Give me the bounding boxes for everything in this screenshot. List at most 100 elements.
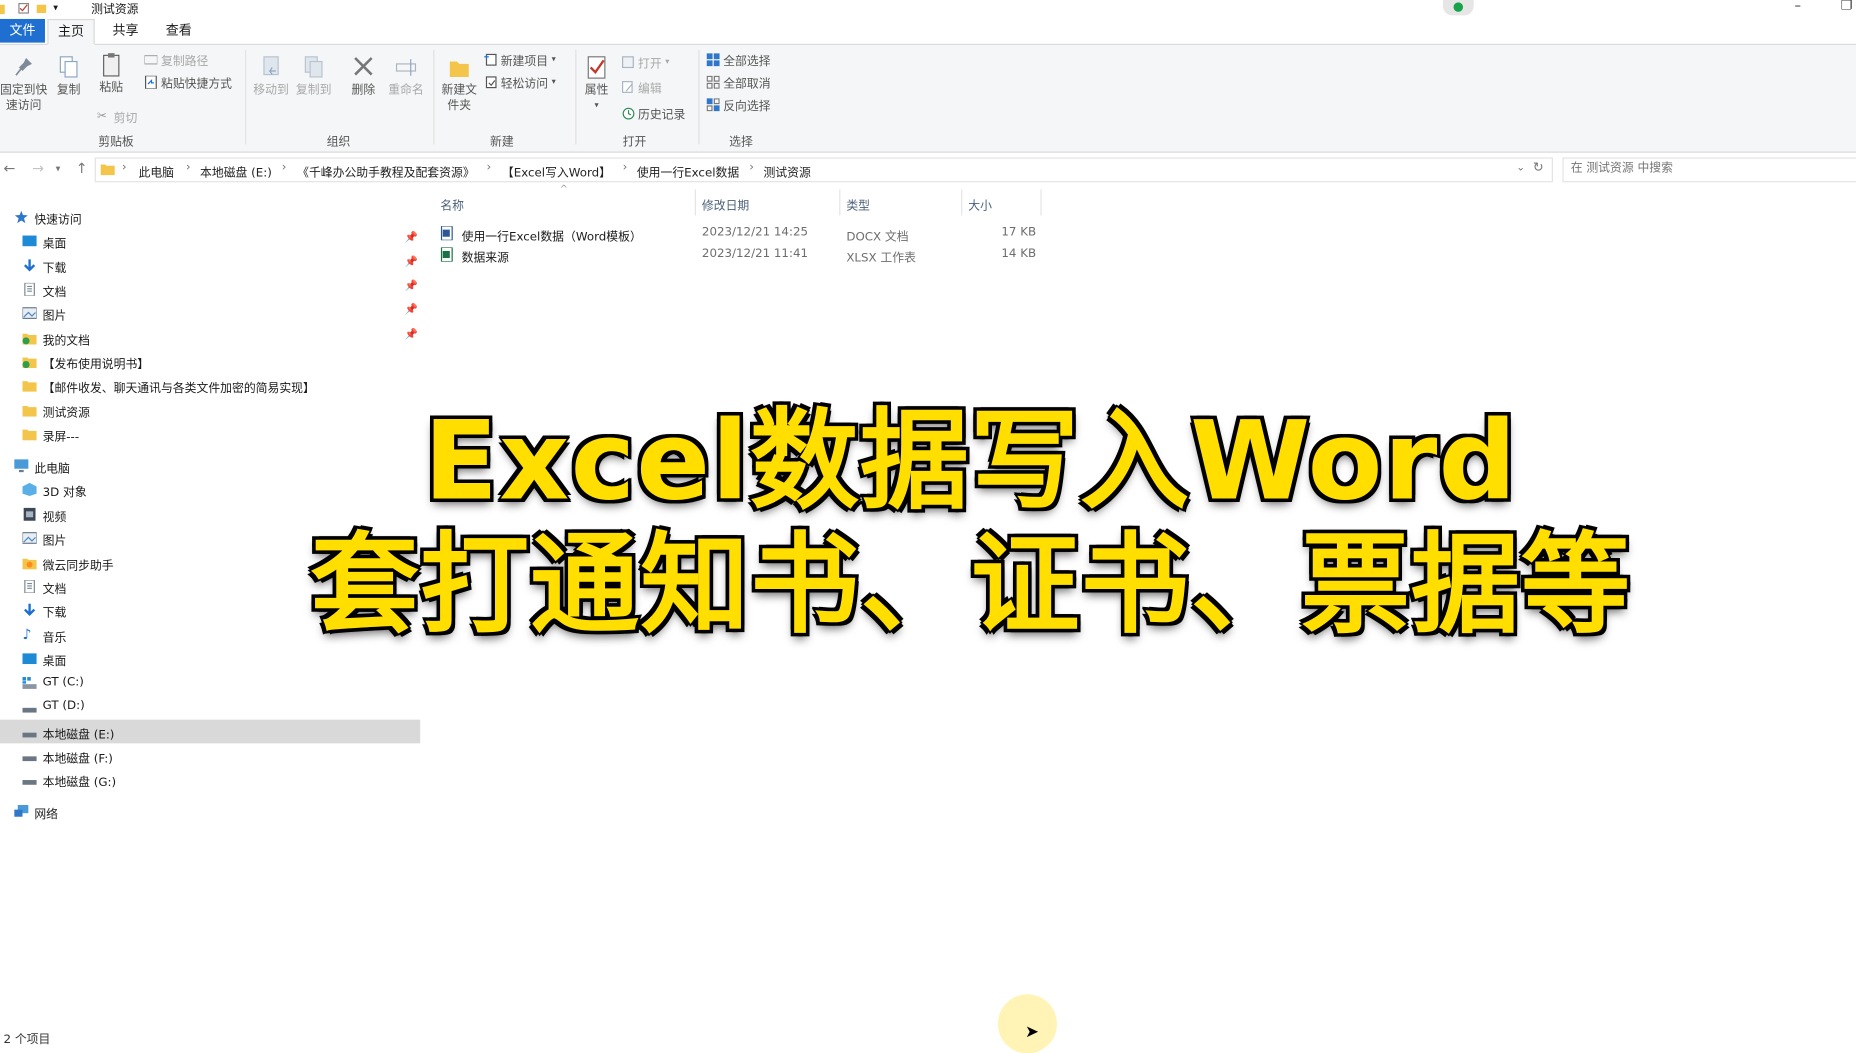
nav-quick-access[interactable]: 快速访问 (0, 205, 420, 229)
paste-shortcut-icon (144, 75, 157, 89)
computer-icon (14, 459, 29, 473)
group-label-organize: 组织 (326, 136, 351, 150)
file-date: 2023/12/21 14:25 (701, 226, 809, 240)
column-divider[interactable] (839, 189, 841, 216)
nav-item-release-manual[interactable]: 【发布使用说明书】 (0, 349, 420, 373)
back-arrow-icon[interactable]: ← (4, 160, 16, 177)
nav-item-drive-e[interactable]: 本地磁盘 (E:) (0, 719, 421, 744)
ribbon-tabs: 文件 主页 共享 查看 (0, 16, 1856, 45)
drive-icon (22, 707, 37, 713)
nav-item-drive-d[interactable]: GT (D:) (0, 695, 420, 719)
address-bar-row: ← → ▾ ↑ › 此电脑 › 本地磁盘 (E:) › 《千峰办公助手教程及配套… (0, 153, 1856, 185)
music-note-icon: ♪ (22, 626, 32, 643)
column-header-name[interactable]: 名称 (440, 195, 464, 213)
crumb-one-row-excel[interactable]: 使用一行Excel数据 (637, 162, 739, 180)
clipboard-icon (103, 53, 120, 77)
move-to-button[interactable]: 移动到 (251, 54, 291, 98)
nav-item-drive-c[interactable]: GT (C:) (0, 671, 420, 695)
open-button[interactable]: 打开 ▾ (621, 52, 669, 71)
paste-shortcut-button[interactable]: 粘贴快捷方式 (144, 72, 232, 91)
invert-selection-button[interactable]: 反向选择 (706, 95, 771, 114)
nav-item-email-encrypt[interactable]: 【邮件收发、聊天通讯与各类文件加密的简易实现】 (0, 373, 420, 397)
properties-button[interactable]: 属性 ▾ (580, 54, 613, 113)
divider (433, 49, 435, 145)
search-input[interactable] (1563, 158, 1843, 179)
copy-path-button[interactable]: 复制路径 (144, 50, 208, 69)
nav-item-my-documents[interactable]: 我的文档 📌 (0, 326, 420, 350)
crumb-drive-e[interactable]: 本地磁盘 (E:) (200, 162, 272, 180)
group-label-open: 打开 (622, 136, 647, 150)
paste-button[interactable]: 粘贴 (97, 52, 125, 96)
table-row[interactable]: 使用一行Excel数据（Word模板） 2023/12/21 14:25 DOC… (428, 223, 1044, 244)
column-header-type[interactable]: 类型 (846, 195, 870, 213)
new-folder-large-icon (449, 61, 469, 77)
qa-dropdown-icon[interactable]: ▾ (53, 2, 58, 13)
up-arrow-icon[interactable]: ↑ (76, 160, 88, 177)
crumb-test-resources[interactable]: 测试资源 (763, 162, 810, 180)
nav-item-pictures[interactable]: 图片 📌 (0, 301, 420, 325)
tab-share[interactable]: 共享 (103, 19, 148, 43)
refresh-icon[interactable]: ↻ (1533, 160, 1544, 175)
excel-sheet-icon (440, 247, 453, 262)
folder-sync-icon (22, 357, 37, 369)
column-divider[interactable] (961, 189, 963, 216)
address-path[interactable]: › 此电脑 › 本地磁盘 (E:) › 《千峰办公助手教程及配套资源》 › 【E… (94, 157, 1553, 183)
new-folder-button[interactable]: 新建文件夹 (439, 54, 479, 113)
select-all-button[interactable]: 全部选择 (706, 50, 771, 69)
recording-indicator-icon (1442, 0, 1474, 16)
divider (698, 49, 700, 145)
properties-label: 属性 (584, 84, 609, 98)
maximize-button[interactable]: ❐ (1841, 0, 1853, 13)
nav-item-label: 【发布使用说明书】 (42, 358, 150, 372)
recent-chevron-icon[interactable]: ▾ (56, 163, 61, 174)
divider (245, 49, 247, 145)
delete-button[interactable]: 删除 (348, 54, 379, 98)
column-divider[interactable] (1040, 189, 1042, 216)
pin-quick-access-button[interactable]: 固定到快速访问 (0, 54, 47, 113)
crumb-excel-word[interactable]: 【Excel写入Word】 (502, 162, 611, 180)
copy-to-icon (304, 56, 323, 78)
cut-button[interactable]: ✂ 剪切 (97, 107, 137, 126)
new-item-button[interactable]: 新建项目 ▾ (484, 50, 556, 69)
history-button[interactable]: 历史记录 (621, 103, 685, 122)
nav-item-label: 本地磁盘 (E:) (42, 729, 115, 743)
nav-item-label: 文档 (42, 286, 67, 300)
crumb-this-pc[interactable]: 此电脑 (138, 162, 174, 180)
table-row[interactable]: 数据来源 2023/12/21 11:41 XLSX 工作表 14 KB (428, 244, 1044, 265)
rename-button[interactable]: 重命名 (386, 54, 426, 98)
nav-item-drive-g[interactable]: 本地磁盘 (G:) (0, 767, 420, 791)
sort-ascending-icon: ^ (559, 183, 568, 195)
copy-to-button[interactable]: 复制到 (294, 54, 334, 98)
search-box[interactable] (1562, 157, 1856, 183)
select-none-button[interactable]: 全部取消 (706, 72, 771, 91)
picture-icon (22, 307, 37, 319)
nav-network[interactable]: 网络 (0, 799, 420, 823)
edit-label: 编辑 (637, 82, 662, 96)
crumb-course-folder[interactable]: 《千峰办公助手教程及配套资源》 (297, 162, 475, 180)
column-divider[interactable] (694, 189, 696, 216)
properties-check-icon[interactable] (18, 2, 30, 14)
address-dropdown-icon[interactable]: ⌄ (1516, 162, 1525, 174)
tab-home[interactable]: 主页 (47, 18, 95, 45)
forward-arrow-icon[interactable]: → (32, 160, 44, 177)
column-header-size[interactable]: 大小 (968, 195, 992, 213)
tab-view[interactable]: 查看 (156, 19, 201, 43)
folder-icon (0, 4, 5, 14)
nav-item-drive-f[interactable]: 本地磁盘 (F:) (0, 743, 420, 767)
divider (575, 49, 577, 145)
copy-button[interactable]: 复制 (54, 54, 82, 98)
nav-quick-access-label: 快速访问 (34, 214, 82, 228)
tab-file[interactable]: 文件 (0, 18, 45, 43)
new-folder-icon[interactable] (36, 2, 48, 14)
easy-access-label: 轻松访问 (500, 77, 549, 91)
nav-item-downloads[interactable]: 下载 📌 (0, 253, 420, 277)
pin-icon: 📌 (404, 231, 419, 244)
column-header-date[interactable]: 修改日期 (702, 195, 749, 213)
easy-access-button[interactable]: 轻松访问 ▾ (484, 72, 556, 91)
edit-button[interactable]: 编辑 (621, 77, 662, 96)
minimize-button[interactable]: – (1794, 0, 1801, 13)
nav-item-desktop[interactable]: 桌面 📌 (0, 228, 420, 252)
edit-icon (622, 80, 633, 93)
nav-item-documents[interactable]: 文档 📌 (0, 277, 420, 301)
file-name: 数据来源 (461, 252, 509, 266)
